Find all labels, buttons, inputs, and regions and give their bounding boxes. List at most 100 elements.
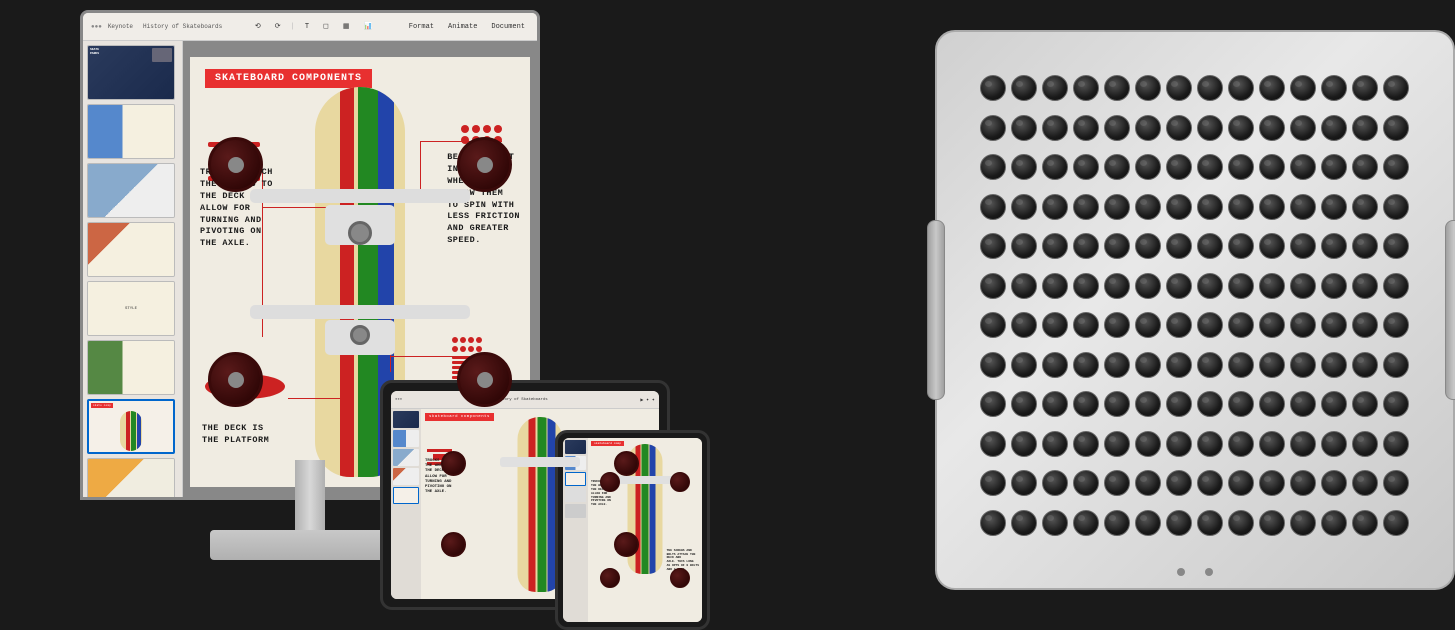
mac-pro-hole xyxy=(1352,352,1378,378)
mac-pro-hole xyxy=(1321,470,1347,496)
mac-pro-hole xyxy=(1383,391,1409,417)
tablet-wheel-bl xyxy=(441,532,466,557)
toolbar-textbox[interactable]: T xyxy=(301,21,313,33)
tablet-thumbs xyxy=(391,409,421,599)
mac-pro-hole xyxy=(1011,510,1037,536)
mac-pro-hole xyxy=(1290,510,1316,536)
mac-pro-hole xyxy=(1259,391,1285,417)
mac-pro-hole xyxy=(1259,312,1285,338)
phone-thumb-4[interactable] xyxy=(565,488,586,502)
deck-stripe-green xyxy=(358,87,378,477)
mac-pro-hole xyxy=(1197,352,1223,378)
mac-pro-hole xyxy=(1104,75,1130,101)
mac-pro-hole xyxy=(1166,431,1192,457)
slide-panel[interactable]: SKATEPARKS STYLE xyxy=(83,41,183,500)
mac-pro-hole xyxy=(1166,233,1192,259)
mac-pro-hole xyxy=(1042,194,1068,220)
toolbar-redo[interactable]: ⟳ xyxy=(271,20,285,33)
mac-pro-hole xyxy=(1352,233,1378,259)
mac-pro-hole xyxy=(1166,510,1192,536)
mac-pro-hole xyxy=(1073,510,1099,536)
mac-pro-hole xyxy=(1166,273,1192,299)
phone-wheel-tr xyxy=(670,472,690,492)
mac-pro-hole xyxy=(1042,431,1068,457)
mac-pro-hole xyxy=(1011,154,1037,180)
mac-pro-hole xyxy=(1011,312,1037,338)
mac-pro-hole xyxy=(1352,194,1378,220)
toolbar-document[interactable]: Document xyxy=(487,21,529,33)
tablet-thumb-3[interactable] xyxy=(393,449,419,466)
mac-pro-hole xyxy=(1104,352,1130,378)
phone-wheel-bl xyxy=(600,568,620,588)
slide-thumb-4[interactable] xyxy=(87,222,175,277)
mac-pro-hole xyxy=(1228,194,1254,220)
toolbar-table[interactable]: ▦ xyxy=(339,20,354,33)
mac-pro-hole xyxy=(1197,194,1223,220)
slide-thumb-7-active[interactable]: skate comp xyxy=(87,399,175,454)
slide-thumb-5[interactable]: STYLE xyxy=(87,281,175,336)
mac-pro-hole xyxy=(1290,391,1316,417)
devices-group: ●●● History of Skateboards ▶ ✦ ✦ skatebo… xyxy=(380,380,690,630)
mac-pro-hole xyxy=(1073,352,1099,378)
toolbar-shapes[interactable]: ◻ xyxy=(319,20,333,33)
mac-pro-hole xyxy=(1352,391,1378,417)
mac-pro-hole xyxy=(1228,115,1254,141)
slide-thumb-2[interactable] xyxy=(87,104,175,159)
mac-pro-hole xyxy=(1011,431,1037,457)
mac-pro-hole xyxy=(1073,154,1099,180)
mac-pro-hole xyxy=(1011,470,1037,496)
mac-pro-hole xyxy=(1073,194,1099,220)
mac-pro-dot-2 xyxy=(1205,568,1213,576)
slide-thumb-3[interactable] xyxy=(87,163,175,218)
phone-thumb-1[interactable] xyxy=(565,440,586,454)
mac-pro-hole xyxy=(980,194,1006,220)
toolbar-animate[interactable]: Animate xyxy=(444,21,481,33)
slide-title: skateboard components xyxy=(205,69,372,88)
mac-pro-hole xyxy=(1321,312,1347,338)
mac-pro-hole xyxy=(1104,312,1130,338)
mac-pro-hole xyxy=(1135,431,1161,457)
mac-pro-hole xyxy=(1352,273,1378,299)
mac-pro-hole xyxy=(1166,75,1192,101)
mac-pro-handle-right xyxy=(1445,220,1455,400)
mac-pro-hole xyxy=(1135,470,1161,496)
tablet-thumb-active[interactable] xyxy=(393,487,419,504)
mac-pro-hole xyxy=(1321,75,1347,101)
toolbar-chart[interactable]: 📊 xyxy=(359,20,376,33)
mac-pro-hole xyxy=(1135,391,1161,417)
toolbar-undo[interactable]: ⟲ xyxy=(251,20,265,33)
mac-pro-hole xyxy=(1011,391,1037,417)
phone-thumb-5[interactable] xyxy=(565,504,586,518)
slide-thumb-6[interactable] xyxy=(87,340,175,395)
mac-pro-hole xyxy=(1383,510,1409,536)
toolbar-format[interactable]: Format xyxy=(405,21,438,33)
mac-pro-hole xyxy=(980,233,1006,259)
mac-pro-hole xyxy=(1228,154,1254,180)
mac-pro-hole xyxy=(1042,273,1068,299)
mac-pro-hole xyxy=(1073,391,1099,417)
tablet-thumb-2[interactable] xyxy=(393,430,419,447)
wheel-top-right xyxy=(457,137,512,192)
truck-bolt-bottom xyxy=(350,325,370,345)
mac-pro-hole xyxy=(1042,470,1068,496)
tablet-wheel-tl xyxy=(441,451,466,476)
mac-pro-hole xyxy=(1321,233,1347,259)
mac-pro-hole xyxy=(1135,115,1161,141)
mac-pro-hole xyxy=(1011,273,1037,299)
phone-thumb-active[interactable] xyxy=(565,472,586,486)
tablet-thumb-4[interactable] xyxy=(393,468,419,485)
truck-axle-top xyxy=(250,189,470,203)
keynote-toolbar: ●●● Keynote History of Skateboards ⟲ ⟳ |… xyxy=(83,13,537,41)
mac-pro-hole xyxy=(1073,233,1099,259)
mac-pro-hole xyxy=(980,470,1006,496)
tablet-thumb-1[interactable] xyxy=(393,411,419,428)
mac-pro-hole xyxy=(1228,431,1254,457)
mac-pro-hole xyxy=(1042,352,1068,378)
mac-pro-hole xyxy=(1166,352,1192,378)
slide-thumb-1[interactable]: SKATEPARKS xyxy=(87,45,175,100)
mac-pro-hole xyxy=(1104,194,1130,220)
mac-pro-hole xyxy=(1042,391,1068,417)
mac-pro-hole xyxy=(1135,75,1161,101)
mac-pro-hole xyxy=(1166,194,1192,220)
slide-thumb-8[interactable] xyxy=(87,458,175,500)
